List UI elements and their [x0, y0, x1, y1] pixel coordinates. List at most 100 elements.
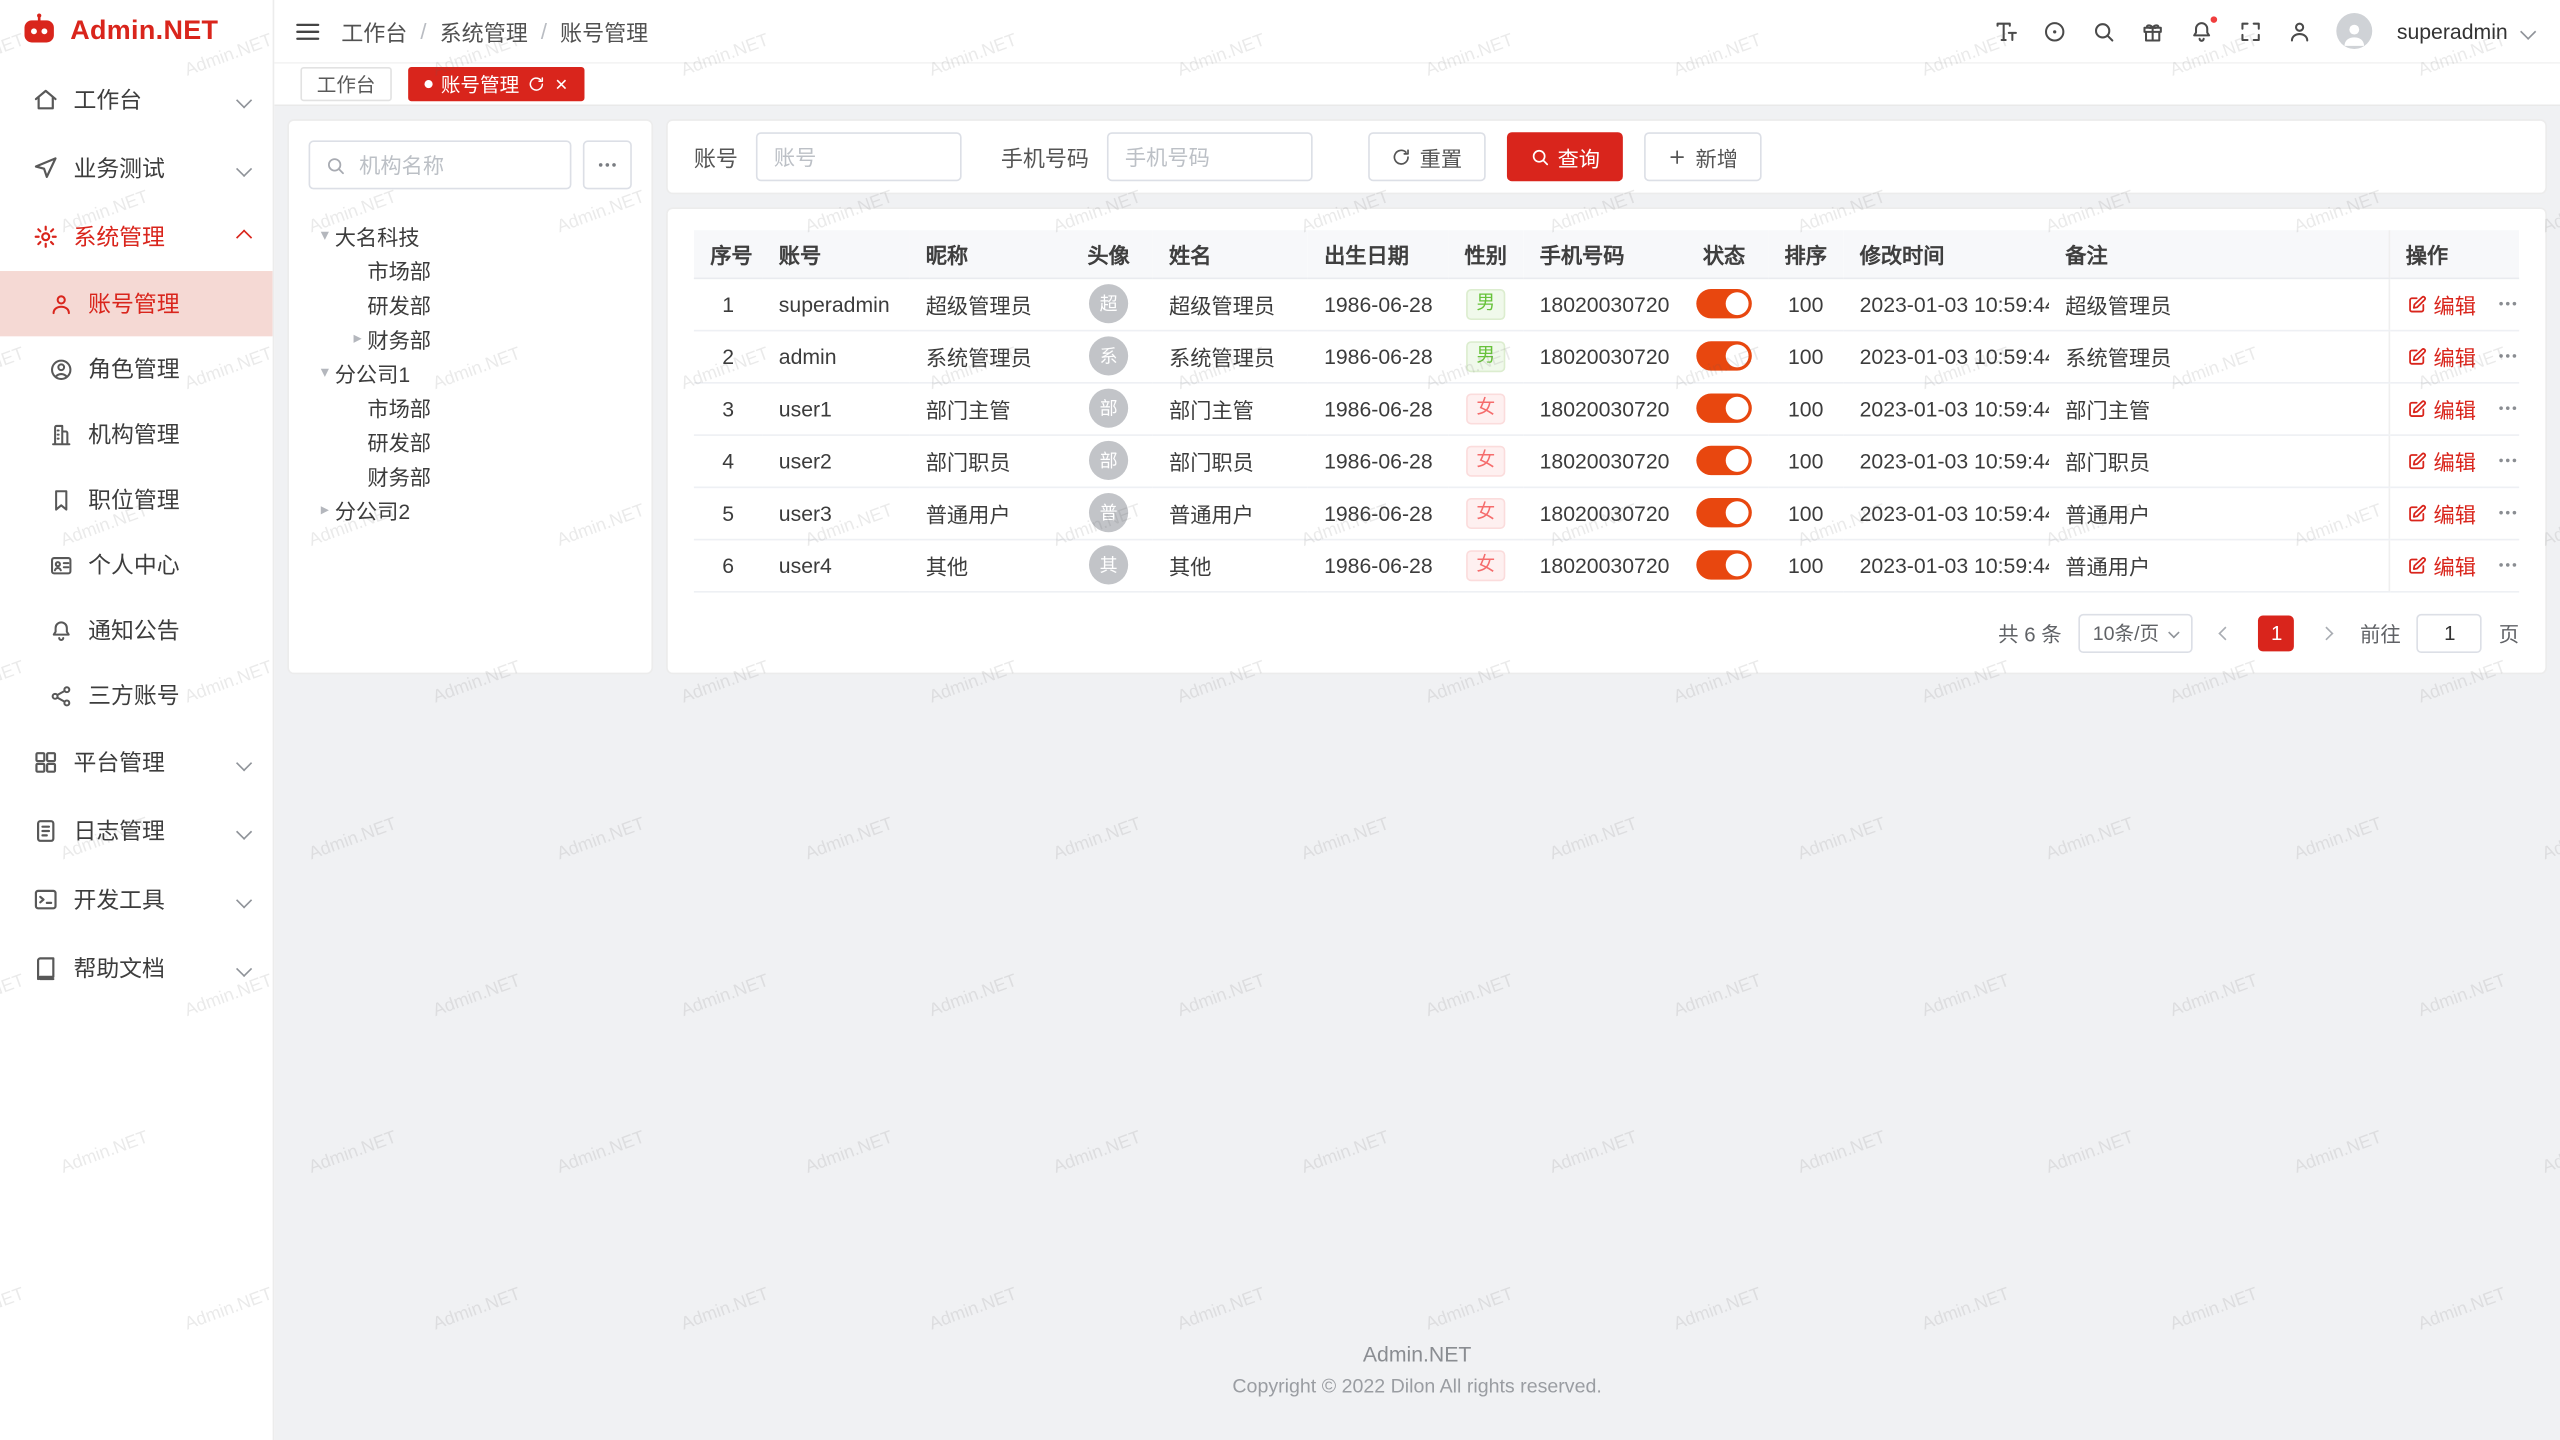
fullscreen-icon[interactable] [2238, 19, 2262, 43]
username[interactable]: superadmin [2397, 19, 2508, 43]
tool-icon [33, 887, 59, 913]
logo-icon [20, 11, 59, 50]
cell-avatar: 部 [1064, 382, 1152, 434]
breadcrumb-item[interactable]: 账号管理 [560, 15, 648, 48]
phone-input[interactable] [1107, 132, 1313, 181]
edit-button[interactable]: 编辑 [2406, 393, 2476, 424]
cell-birthdate: 1986-06-28 [1308, 330, 1448, 382]
gender-badge: 男 [1467, 340, 1505, 371]
sidebar-item-org-mgmt[interactable]: 机构管理 [0, 402, 273, 467]
tree-node[interactable]: 市场部 [309, 390, 632, 424]
sidebar-item-business-test[interactable]: 业务测试 [0, 134, 273, 203]
row-more-button[interactable] [2496, 553, 2519, 576]
sidebar-item-label: 三方账号 [88, 679, 179, 712]
tree-node[interactable]: ▾大名科技 [309, 219, 632, 253]
tree-node[interactable]: 研发部 [309, 424, 632, 458]
tree-node[interactable]: ▸分公司2 [309, 493, 632, 527]
sidebar-item-platform-mgmt[interactable]: 平台管理 [0, 728, 273, 797]
search-icon[interactable] [2092, 19, 2116, 43]
menu-toggle-icon[interactable] [294, 17, 322, 45]
org-more-button[interactable] [583, 140, 632, 189]
tree-node[interactable]: ▸财务部 [309, 322, 632, 356]
prev-page-button[interactable] [2210, 628, 2243, 638]
edit-button-label: 编辑 [2433, 340, 2475, 371]
cell-avatar: 系 [1064, 330, 1152, 382]
row-more-button[interactable] [2496, 449, 2519, 472]
doc-icon [33, 955, 59, 981]
sidebar-item-personal-center[interactable]: 个人中心 [0, 532, 273, 597]
cell-order: 100 [1768, 382, 1843, 434]
cell-nickname: 部门职员 [909, 434, 1064, 486]
sidebar-item-account-mgmt[interactable]: 账号管理 [0, 271, 273, 336]
toggle-knob [1726, 397, 1749, 420]
tab-workbench[interactable]: 工作台 [300, 67, 391, 101]
search-button[interactable]: 查询 [1506, 132, 1623, 181]
theme-skin-icon[interactable] [2141, 19, 2165, 43]
cell-gender: 男 [1448, 330, 1523, 382]
status-toggle[interactable] [1696, 393, 1752, 422]
account-input[interactable] [756, 132, 962, 181]
sidebar-item-workbench[interactable]: 工作台 [0, 65, 273, 134]
sidebar-item-post-mgmt[interactable]: 职位管理 [0, 467, 273, 532]
current-page[interactable]: 1 [2259, 615, 2295, 651]
add-button[interactable]: 新增 [1644, 132, 1761, 181]
row-avatar: 部 [1089, 441, 1128, 480]
sidebar-item-third-account[interactable]: 三方账号 [0, 663, 273, 728]
sidebar-item-label: 日志管理 [73, 815, 223, 848]
sidebar-item-role-mgmt[interactable]: 角色管理 [0, 336, 273, 401]
cell-phone: 18020030720 [1523, 330, 1680, 382]
tree-node-label: 大名科技 [335, 220, 420, 251]
cell-seq: 6 [694, 539, 763, 591]
org-search-input[interactable] [356, 151, 555, 179]
notification-bell-icon[interactable] [2189, 19, 2213, 43]
sidebar-item-log-mgmt[interactable]: 日志管理 [0, 797, 273, 866]
row-more-button[interactable] [2496, 344, 2519, 367]
user-avatar[interactable] [2336, 13, 2372, 49]
locale-icon[interactable] [2043, 19, 2067, 43]
tree-node[interactable]: 市场部 [309, 253, 632, 287]
tab-close-icon[interactable]: × [555, 73, 567, 94]
cell-name: 超级管理员 [1153, 278, 1308, 330]
sidebar-item-system-mgmt[interactable]: 系统管理 [0, 202, 273, 271]
cell-phone: 18020030720 [1523, 539, 1680, 591]
cell-status [1680, 487, 1768, 539]
edit-button[interactable]: 编辑 [2406, 445, 2476, 476]
cell-order: 100 [1768, 330, 1843, 382]
edit-button[interactable]: 编辑 [2406, 288, 2476, 319]
profile-icon[interactable] [2287, 19, 2311, 43]
content-row: ▾大名科技市场部研发部▸财务部▾分公司1市场部研发部财务部▸分公司2 账号 手机… [287, 119, 2547, 673]
edit-button[interactable]: 编辑 [2406, 549, 2476, 580]
page-size-select[interactable]: 10条/页 [2078, 613, 2193, 652]
tab-account[interactable]: 账号管理× [408, 67, 584, 101]
tree-node[interactable]: 财务部 [309, 459, 632, 493]
status-toggle[interactable] [1696, 446, 1752, 475]
breadcrumb-item[interactable]: 工作台 [341, 15, 407, 48]
status-toggle[interactable] [1696, 498, 1752, 527]
footer-brand: Admin.NET [287, 1342, 2547, 1366]
row-more-button[interactable] [2496, 292, 2519, 315]
tree-node-label: 财务部 [367, 460, 431, 491]
logo[interactable]: Admin.NET [0, 0, 273, 62]
font-size-icon[interactable] [1994, 19, 2018, 43]
tree-node[interactable]: ▾分公司1 [309, 356, 632, 390]
sidebar-item-notice[interactable]: 通知公告 [0, 598, 273, 663]
tree-node[interactable]: 研发部 [309, 287, 632, 321]
app-root: Admin.NET 工作台业务测试系统管理账号管理角色管理机构管理职位管理个人中… [0, 0, 2560, 1440]
next-page-button[interactable] [2311, 628, 2344, 638]
sidebar-item-dev-tools[interactable]: 开发工具 [0, 865, 273, 934]
reset-button[interactable]: 重置 [1368, 132, 1485, 181]
tree-node-label: 财务部 [367, 323, 431, 354]
chevron-left-icon [2219, 626, 2233, 640]
user-menu-chevron-icon[interactable] [2520, 23, 2536, 39]
chevron-up-icon [236, 229, 252, 245]
sidebar-item-help-docs[interactable]: 帮助文档 [0, 934, 273, 1003]
status-toggle[interactable] [1696, 550, 1752, 579]
status-toggle[interactable] [1696, 289, 1752, 318]
edit-button[interactable]: 编辑 [2406, 497, 2476, 528]
goto-page-input[interactable] [2417, 613, 2482, 652]
breadcrumb-item[interactable]: 系统管理 [440, 15, 528, 48]
row-more-button[interactable] [2496, 501, 2519, 524]
row-more-button[interactable] [2496, 397, 2519, 420]
status-toggle[interactable] [1696, 341, 1752, 370]
edit-button[interactable]: 编辑 [2406, 340, 2476, 371]
